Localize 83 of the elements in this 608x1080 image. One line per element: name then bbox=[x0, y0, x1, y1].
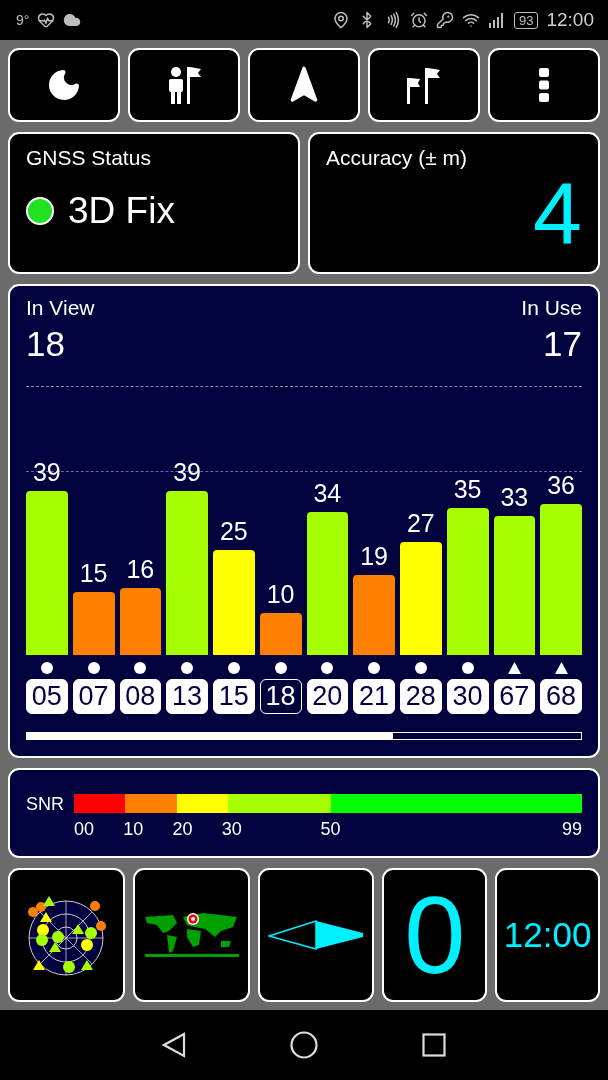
circle-marker-icon bbox=[368, 662, 381, 674]
snr-tick: 00 bbox=[74, 819, 95, 839]
menu-button[interactable] bbox=[488, 48, 600, 122]
in-use-label: In Use bbox=[521, 296, 582, 320]
circle-marker-icon bbox=[227, 662, 240, 674]
flags-icon bbox=[405, 66, 443, 104]
in-use-count: 17 bbox=[543, 324, 582, 364]
navigate-button[interactable] bbox=[248, 48, 360, 122]
fix-status-dot bbox=[26, 197, 54, 225]
circle-marker-icon bbox=[274, 662, 287, 674]
snr-tick: 10 bbox=[123, 819, 144, 839]
menu-icon bbox=[539, 68, 549, 102]
bar-value: 35 bbox=[452, 475, 483, 504]
location-icon bbox=[332, 11, 350, 29]
circle-marker-icon bbox=[461, 662, 474, 674]
card-title: GNSS Status bbox=[26, 146, 152, 170]
satellite-id: 67 bbox=[493, 679, 536, 714]
snr-bar bbox=[259, 613, 302, 655]
temperature-text: 9° bbox=[16, 12, 30, 28]
bar-value: 10 bbox=[265, 580, 296, 609]
satellite-id: 05 bbox=[26, 679, 68, 714]
satellite-id: 21 bbox=[353, 679, 395, 714]
satellite-id: 15 bbox=[213, 679, 255, 714]
compass-button[interactable] bbox=[257, 868, 375, 1002]
satellite-id: 28 bbox=[400, 679, 442, 714]
bar-value: 27 bbox=[405, 508, 436, 538]
satellite-id: 20 bbox=[306, 679, 349, 714]
snr-tick: 20 bbox=[172, 819, 193, 839]
snr-label: SNR bbox=[26, 794, 64, 815]
snr-bar bbox=[119, 587, 162, 655]
bar-value: 33 bbox=[499, 483, 530, 513]
satellite-id: 68 bbox=[540, 679, 582, 714]
card-title: Accuracy (± m) bbox=[326, 146, 469, 170]
clock-value: 12:00 bbox=[503, 915, 592, 955]
fix-status-text: 3D Fix bbox=[68, 190, 175, 232]
bar-value: 16 bbox=[125, 554, 156, 584]
circle-marker-icon bbox=[40, 662, 53, 674]
bar-value: 36 bbox=[546, 470, 577, 500]
bar-value: 39 bbox=[31, 458, 62, 488]
battery-indicator: 93 bbox=[514, 11, 539, 29]
speed-value: 0 bbox=[404, 880, 466, 990]
satellite-id: 18 bbox=[259, 679, 302, 714]
sky-view-button[interactable] bbox=[8, 868, 125, 1002]
triangle-marker-icon bbox=[554, 662, 568, 674]
person-flag-button[interactable] bbox=[128, 48, 240, 122]
satellite-id: 08 bbox=[119, 679, 162, 714]
in-view-label: In View bbox=[26, 296, 95, 320]
heart-icon bbox=[37, 11, 56, 29]
bar-value: 34 bbox=[312, 479, 343, 509]
satellite-id: 13 bbox=[166, 679, 208, 714]
key-icon bbox=[436, 11, 454, 29]
alarm-icon bbox=[410, 11, 428, 29]
snr-tick: 30 bbox=[221, 819, 242, 839]
bar-value: 19 bbox=[359, 542, 390, 572]
wifi-icon bbox=[462, 11, 480, 29]
circle-marker-icon bbox=[181, 662, 194, 674]
accuracy-value: 4 bbox=[533, 170, 582, 258]
compass-needle-icon bbox=[268, 919, 364, 951]
circle-marker-icon bbox=[321, 662, 334, 674]
satellite-id: 30 bbox=[446, 679, 489, 714]
home-icon[interactable] bbox=[290, 1031, 318, 1059]
in-view-count: 18 bbox=[26, 324, 65, 364]
satellite-id: 07 bbox=[72, 679, 115, 714]
back-icon[interactable] bbox=[162, 1032, 186, 1058]
triangle-marker-icon bbox=[507, 662, 521, 674]
snr-tick: 99 bbox=[561, 819, 582, 839]
recents-icon[interactable] bbox=[422, 1033, 446, 1057]
circle-marker-icon bbox=[414, 662, 427, 674]
night-mode-button[interactable] bbox=[8, 48, 120, 122]
bar-value: 39 bbox=[172, 458, 203, 488]
person-flag-icon bbox=[166, 65, 202, 105]
bar-value: 25 bbox=[218, 517, 249, 546]
circle-marker-icon bbox=[87, 662, 100, 674]
clock-text: 12:00 bbox=[546, 9, 594, 31]
world-map-button[interactable] bbox=[132, 868, 250, 1002]
cloud-icon bbox=[63, 11, 82, 29]
circle-marker-icon bbox=[134, 662, 147, 674]
snr-bar bbox=[72, 592, 115, 655]
bar-value: 15 bbox=[78, 559, 109, 588]
snr-tick: 50 bbox=[320, 819, 341, 839]
moon-icon bbox=[46, 67, 82, 103]
signal-icon bbox=[488, 12, 506, 28]
waypoints-button[interactable] bbox=[368, 48, 480, 122]
